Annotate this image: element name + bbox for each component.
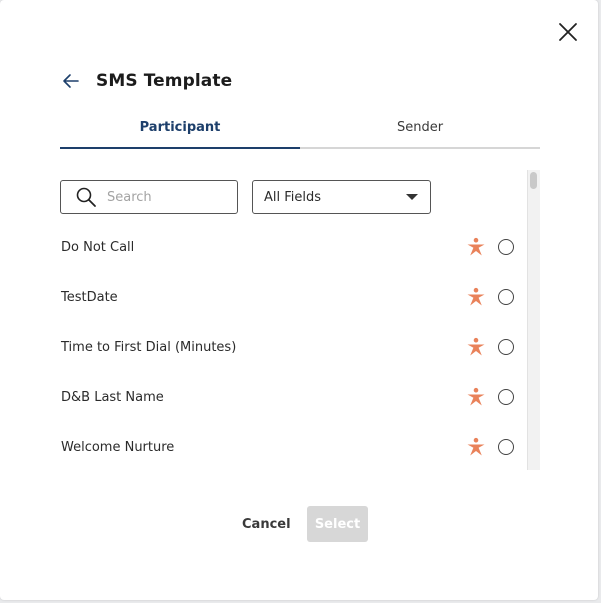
field-label: TestDate xyxy=(61,289,118,305)
dialog-footer: Cancel Select xyxy=(0,506,598,542)
list-item[interactable]: D&B Last Name xyxy=(60,372,520,422)
dialog-title: SMS Template xyxy=(96,71,233,91)
search-icon xyxy=(76,187,96,207)
row-actions xyxy=(466,287,514,307)
search-box xyxy=(60,180,238,214)
chevron-down-icon xyxy=(406,194,418,200)
star-person-icon xyxy=(467,337,485,356)
row-actions xyxy=(466,337,514,357)
star-person-icon xyxy=(467,387,485,406)
tab-bar: Participant Sender xyxy=(60,114,540,149)
back-button[interactable] xyxy=(60,70,82,92)
field-radio[interactable] xyxy=(498,389,514,405)
field-radio[interactable] xyxy=(498,239,514,255)
tab-sender[interactable]: Sender xyxy=(300,114,540,147)
cancel-button[interactable]: Cancel xyxy=(236,506,292,542)
list-item[interactable]: TestDate xyxy=(60,272,520,322)
close-icon xyxy=(559,23,577,41)
list-scrollbar[interactable] xyxy=(527,170,540,470)
field-list: Do Not Call TestDate Time to First Dial … xyxy=(60,222,520,470)
close-button[interactable] xyxy=(556,20,580,44)
row-actions xyxy=(466,437,514,457)
row-actions xyxy=(466,387,514,407)
tab-participant[interactable]: Participant xyxy=(60,114,300,149)
field-label: Welcome Nurture xyxy=(61,439,175,455)
list-item[interactable]: Welcome Nurture xyxy=(60,422,520,470)
field-label: Do Not Call xyxy=(61,239,135,255)
field-label: Time to First Dial (Minutes) xyxy=(61,339,237,355)
sms-template-dialog: SMS Template Participant Sender All Fiel… xyxy=(0,0,598,600)
field-label: D&B Last Name xyxy=(61,389,164,405)
arrow-left-icon xyxy=(63,74,79,88)
field-filter-selected: All Fields xyxy=(264,189,322,205)
field-radio[interactable] xyxy=(498,289,514,305)
search-input[interactable] xyxy=(105,188,229,206)
field-radio[interactable] xyxy=(498,439,514,455)
field-radio[interactable] xyxy=(498,339,514,355)
select-button[interactable]: Select xyxy=(307,506,368,542)
star-person-icon xyxy=(467,237,485,256)
list-item[interactable]: Time to First Dial (Minutes) xyxy=(60,322,520,372)
dialog-header: SMS Template xyxy=(60,70,232,92)
field-filter-dropdown[interactable]: All Fields xyxy=(252,180,431,214)
star-person-icon xyxy=(467,287,485,306)
list-item[interactable]: Do Not Call xyxy=(60,222,520,272)
star-person-icon xyxy=(467,437,485,456)
row-actions xyxy=(466,237,514,257)
scrollbar-thumb[interactable] xyxy=(530,172,537,189)
